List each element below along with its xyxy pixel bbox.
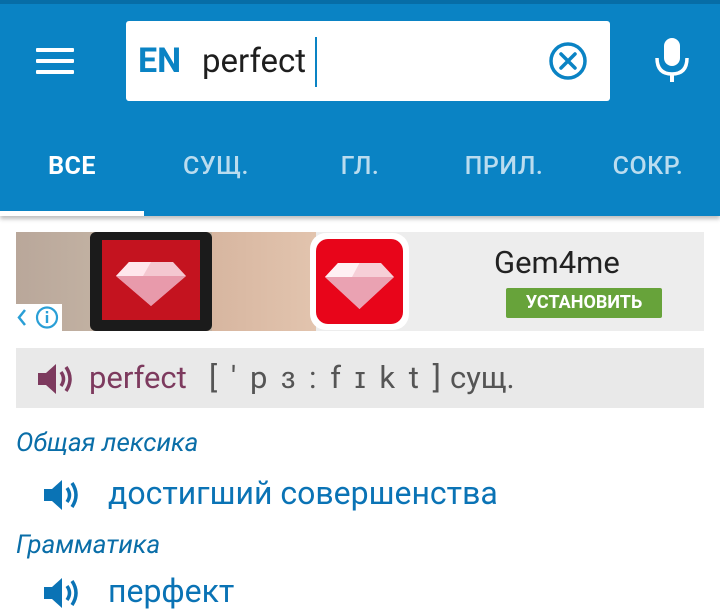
ad-choices-icon[interactable] [16, 304, 62, 331]
entry-part-of-speech: сущ. [450, 359, 515, 396]
meaning-link[interactable]: достигший совершенства [108, 474, 498, 512]
tab-all[interactable]: ВСЕ [0, 152, 144, 181]
entry-header: perfect [ ' p ɜ : f ɪ k t ] сущ. [16, 348, 704, 408]
speaker-icon[interactable] [36, 362, 76, 400]
entry-transcription: [ ' p ɜ : f ɪ k t ] [209, 359, 444, 396]
menu-icon[interactable] [36, 46, 76, 76]
text-cursor [315, 37, 317, 87]
search-box[interactable]: EN perfect [126, 21, 610, 101]
section-label: Общая лексика [16, 428, 199, 458]
ad-title[interactable]: Gem4me [494, 244, 620, 281]
search-input[interactable]: perfect [202, 42, 306, 82]
clear-icon[interactable] [548, 41, 588, 81]
entry-word: perfect [89, 359, 187, 396]
language-label[interactable]: EN [138, 41, 181, 81]
install-button[interactable]: УСТАНОВИТЬ [506, 288, 662, 318]
tab-verbs[interactable]: ГЛ. [288, 152, 432, 181]
speaker-icon[interactable] [42, 478, 82, 516]
app-bar: EN perfect ВСЕ СУЩ. ГЛ. ПРИЛ. СОКР. [0, 0, 720, 216]
tab-abbreviations[interactable]: СОКР. [576, 152, 720, 181]
section-label: Грамматика [16, 530, 161, 560]
ad-app-icon[interactable] [310, 233, 409, 330]
microphone-icon[interactable] [652, 36, 692, 84]
ad-banner[interactable]: Gem4me УСТАНОВИТЬ [16, 232, 704, 331]
speaker-icon[interactable] [42, 576, 82, 614]
status-strip [0, 0, 720, 4]
tab-bar: ВСЕ СУЩ. ГЛ. ПРИЛ. СОКР. [0, 130, 720, 216]
tab-nouns[interactable]: СУЩ. [144, 152, 288, 181]
tab-indicator [0, 211, 144, 216]
tab-adjectives[interactable]: ПРИЛ. [432, 152, 576, 181]
diamond-icon [325, 263, 394, 309]
meaning-link[interactable]: перфект [108, 572, 234, 610]
diamond-icon [116, 262, 186, 306]
